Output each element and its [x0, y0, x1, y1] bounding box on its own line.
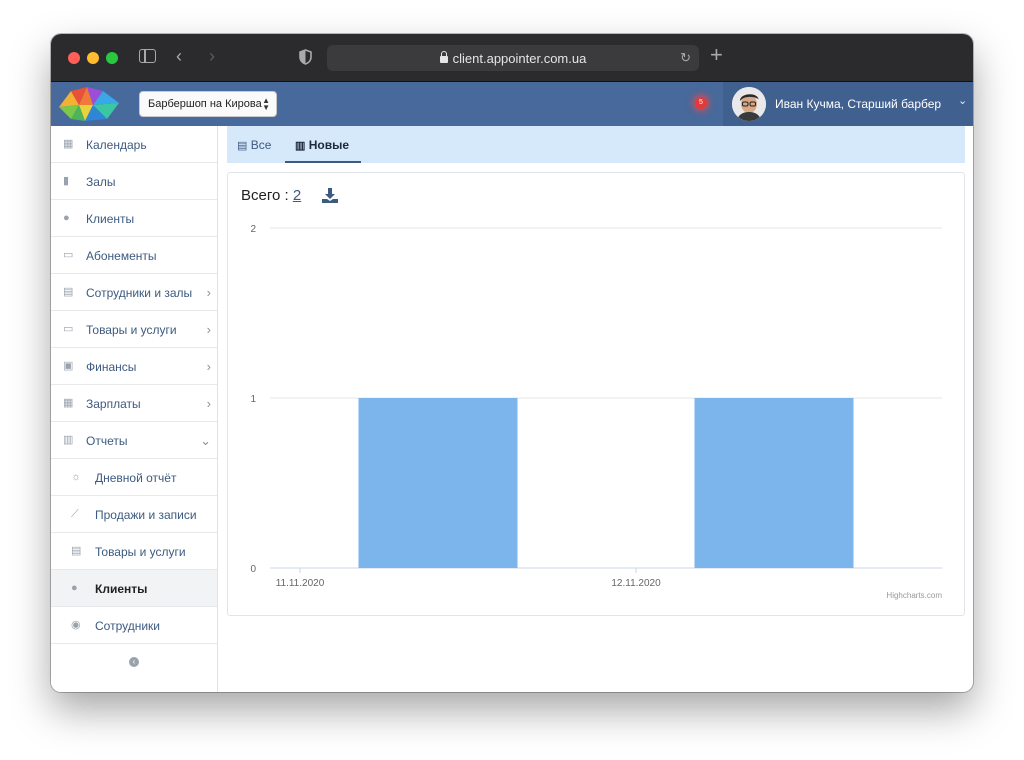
collapse-sidebar-icon[interactable]: ‹ — [129, 657, 139, 667]
notification-count: 5 — [699, 99, 703, 106]
sidebar-item-halls[interactable]: ▮ Залы — [51, 163, 217, 200]
calendar-icon: ▦ — [63, 138, 74, 150]
sidebar-item-label: Сотрудники и залы — [86, 286, 193, 300]
chart-bar — [694, 398, 854, 568]
browser-window: ‹ › client.appointer.com.ua ↻ + Барбершо… — [51, 34, 973, 692]
notification-badge[interactable]: 5 — [695, 97, 707, 109]
sidebar-item-label: Абонементы — [86, 249, 157, 263]
total-label: Всего : — [241, 187, 289, 204]
report-tabs: ▤ Все ▥ Новые — [227, 126, 965, 163]
sidebar-item-salaries[interactable]: ▦ Зарплаты › — [51, 385, 217, 422]
y-tick-label: 1 — [250, 394, 256, 405]
shield-icon[interactable] — [299, 49, 312, 65]
chevron-down-icon: ⌄ — [200, 433, 211, 448]
minimize-window-button[interactable] — [87, 52, 99, 64]
appointer-logo[interactable] — [57, 85, 123, 123]
card-icon: ▭ — [63, 249, 74, 261]
line-chart-icon: ⟋ — [71, 508, 79, 520]
chevron-right-icon: › — [206, 285, 211, 300]
forward-icon[interactable]: › — [209, 46, 215, 66]
list-icon: ▤ — [71, 545, 82, 557]
sidebar-subitem-label: Продажи и записи — [95, 508, 197, 522]
tab-label: Все — [250, 138, 272, 152]
bar-chart-icon: ▥ — [63, 434, 74, 446]
sidebar: ▦ Календарь ▮ Залы ● Клиенты ▭ Абонемент… — [51, 126, 218, 692]
sidebar-subitem-staff[interactable]: ◉ Сотрудники — [51, 607, 217, 644]
bar-chart-icon: ▥ — [295, 140, 306, 152]
table-icon: ▤ — [237, 140, 248, 152]
reload-icon[interactable]: ↻ — [680, 48, 691, 68]
card-icon: ▭ — [63, 323, 74, 335]
sidebar-item-staff-and-halls[interactable]: ▤ Сотрудники и залы › — [51, 274, 217, 311]
tab-all[interactable]: ▤ Все — [237, 126, 271, 163]
sidebar-item-reports[interactable]: ▥ Отчеты ⌄ — [51, 422, 217, 459]
chevron-right-icon: › — [206, 359, 211, 374]
sidebar-item-label: Отчеты — [86, 434, 128, 448]
users-icon: ● — [71, 582, 78, 594]
sidebar-item-label: Календарь — [86, 138, 147, 152]
sidebar-item-label: Залы — [86, 175, 116, 189]
sidebar-item-label: Товары и услуги — [86, 323, 177, 337]
user-name: Иван Кучма, Старший барбер — [775, 97, 942, 111]
users-icon: ● — [63, 212, 70, 224]
sidebar-subitem-daily-report[interactable]: ☼ Дневной отчёт — [51, 459, 217, 496]
total-summary: Всего : 2 — [241, 187, 301, 204]
highcharts-credits: Highcharts.com — [886, 591, 942, 600]
sidebar-item-label: Клиенты — [86, 212, 135, 226]
maximize-window-button[interactable] — [106, 52, 118, 64]
x-tick-label: 11.11.2020 — [276, 578, 325, 589]
branch-select-value: Барбершоп на Кирова — [148, 98, 262, 110]
report-panel: Всего : 2 0 1 2 11.11.2020 12.11.2020 Highcha… — [227, 172, 965, 616]
sidebar-subitem-label: Товары и услуги — [95, 545, 186, 559]
total-value-link[interactable]: 2 — [293, 187, 301, 204]
sun-icon: ☼ — [71, 471, 82, 483]
y-tick-label: 0 — [250, 564, 256, 575]
address-bar[interactable]: client.appointer.com.ua ↻ — [327, 45, 699, 71]
tab-new[interactable]: ▥ Новые — [285, 126, 361, 163]
sidebar-item-label: Зарплаты — [86, 397, 141, 411]
user-menu[interactable]: Иван Кучма, Старший барбер ⌄ — [723, 82, 973, 126]
branch-select[interactable]: Барбершоп на Кирова ▲ ▼ — [139, 91, 277, 117]
sidebar-item-calendar[interactable]: ▦ Календарь — [51, 126, 217, 163]
sidebar-item-clients[interactable]: ● Клиенты — [51, 200, 217, 237]
id-card-icon: ▤ — [63, 286, 74, 298]
chevron-down-icon: ⌄ — [958, 95, 968, 107]
select-arrows-icon: ▲ ▼ — [262, 96, 270, 112]
sidebar-subitem-sales-and-bookings[interactable]: ⟋ Продажи и записи — [51, 496, 217, 533]
sidebar-subitem-label: Дневной отчёт — [95, 471, 177, 485]
back-icon[interactable]: ‹ — [176, 46, 182, 66]
sidebar-subitem-clients[interactable]: ● Клиенты — [51, 570, 217, 607]
sidebar-item-subscriptions[interactable]: ▭ Абонементы — [51, 237, 217, 274]
lock-icon — [439, 51, 448, 63]
money-icon: ▣ — [63, 360, 74, 372]
bookmark-icon: ▮ — [63, 175, 70, 187]
chevron-right-icon: › — [206, 396, 211, 411]
new-clients-chart: 0 1 2 11.11.2020 12.11.2020 Highcharts.com — [250, 224, 942, 600]
sidebar-item-goods-and-services[interactable]: ▭ Товары и услуги › — [51, 311, 217, 348]
browser-titlebar: ‹ › client.appointer.com.ua ↻ + — [51, 34, 973, 82]
x-tick-label: 12.11.2020 — [611, 578, 661, 589]
sidebar-item-label: Финансы — [86, 360, 137, 374]
new-tab-icon[interactable]: + — [710, 44, 723, 66]
chart-bar — [358, 398, 518, 568]
sidebar-subitem-goods-and-services[interactable]: ▤ Товары и услуги — [51, 533, 217, 570]
app-header: Барбершоп на Кирова ▲ ▼ 5 Иван Кучма, Ста… — [51, 82, 973, 126]
sidebar-subitem-label: Сотрудники — [95, 619, 160, 633]
close-window-button[interactable] — [68, 52, 80, 64]
download-icon[interactable] — [322, 188, 338, 203]
calculator-icon: ▦ — [63, 397, 74, 409]
avatar — [732, 87, 766, 121]
url-text: client.appointer.com.ua — [452, 51, 587, 66]
chevron-right-icon: › — [206, 322, 211, 337]
sidebar-subitem-label: Клиенты — [95, 582, 148, 596]
user-circle-icon: ◉ — [71, 619, 81, 631]
sidebar-item-finance[interactable]: ▣ Финансы › — [51, 348, 217, 385]
y-tick-label: 2 — [250, 224, 256, 235]
sidebar-toggle-icon[interactable] — [139, 49, 156, 63]
tab-label: Новые — [308, 138, 350, 152]
